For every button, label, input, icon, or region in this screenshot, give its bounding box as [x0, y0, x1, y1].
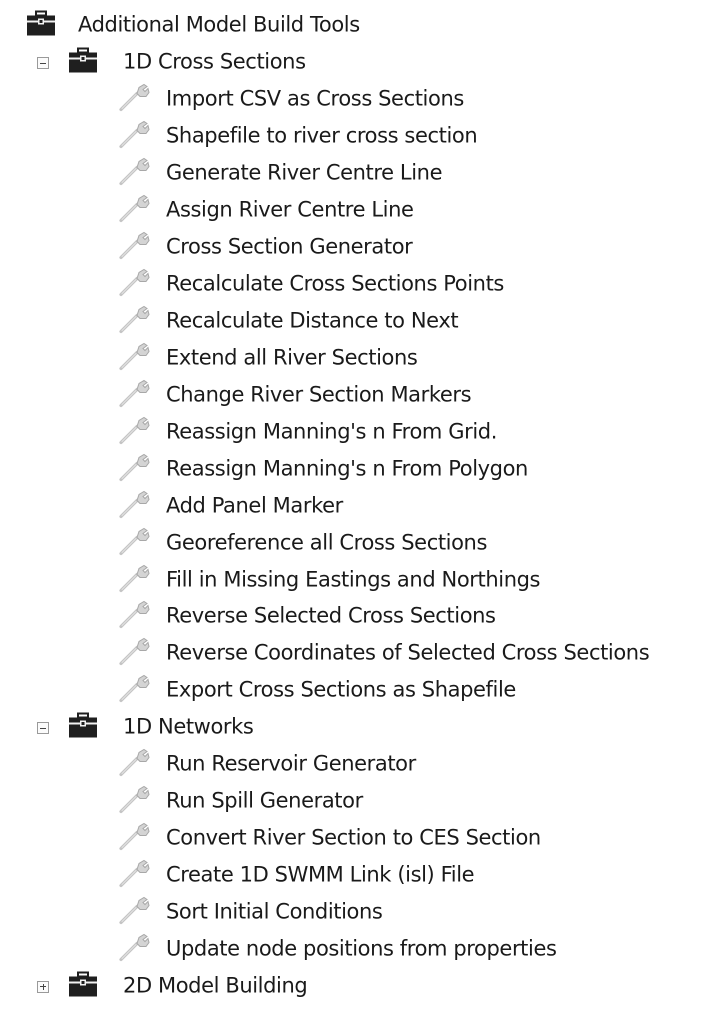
- tool-script-icon: [117, 340, 151, 377]
- toolbox-root[interactable]: Additional Model Build Tools: [0, 8, 725, 45]
- tool-script-icon: [117, 451, 151, 488]
- tool-item[interactable]: Extend all River Sections: [0, 340, 725, 377]
- tool-script-icon: [117, 488, 151, 525]
- tool-item[interactable]: Assign River Centre Line: [0, 193, 725, 230]
- collapse-icon[interactable]: [37, 722, 49, 735]
- expand-icon[interactable]: [37, 980, 49, 993]
- tool-script-icon: [117, 599, 151, 636]
- tool-label: Create 1D SWMM Link (isl) File: [166, 862, 475, 887]
- tool-label: Generate River Centre Line: [166, 160, 443, 185]
- tool-script-icon: [117, 525, 151, 562]
- tool-label: Reverse Selected Cross Sections: [166, 603, 496, 628]
- toolset-group[interactable]: 2D Model Building: [0, 968, 725, 1005]
- tool-label: Recalculate Distance to Next: [166, 308, 459, 333]
- tool-item[interactable]: Reverse Coordinates of Selected Cross Se…: [0, 636, 725, 673]
- tool-label: Reverse Coordinates of Selected Cross Se…: [166, 640, 650, 665]
- tool-item[interactable]: Fill in Missing Eastings and Northings: [0, 562, 725, 599]
- tool-script-icon: [117, 747, 151, 784]
- toolset-group[interactable]: 1D Cross Sections: [0, 45, 725, 82]
- tool-item[interactable]: Generate River Centre Line: [0, 156, 725, 193]
- tool-script-icon: [117, 193, 151, 230]
- tool-item[interactable]: Reverse Selected Cross Sections: [0, 599, 725, 636]
- tool-item[interactable]: Shapefile to river cross section: [0, 119, 725, 156]
- tool-script-icon: [117, 156, 151, 193]
- tool-script-icon: [117, 82, 151, 119]
- tool-item[interactable]: Create 1D SWMM Link (isl) File: [0, 858, 725, 895]
- tool-label: Convert River Section to CES Section: [166, 825, 541, 850]
- tool-script-icon: [117, 303, 151, 340]
- tool-item[interactable]: Add Panel Marker: [0, 488, 725, 525]
- toolbox-tree: Additional Model Build Tools 1D Cross Se…: [0, 8, 725, 1005]
- tool-item[interactable]: Reassign Manning's n From Polygon: [0, 451, 725, 488]
- tool-script-icon: [117, 267, 151, 304]
- tool-label: Reassign Manning's n From Grid.: [166, 419, 497, 444]
- tool-label: Run Reservoir Generator: [166, 751, 416, 776]
- toolbox-icon: [26, 10, 56, 42]
- tool-script-icon: [117, 230, 151, 267]
- toolset-label: 2D Model Building: [123, 973, 308, 998]
- tool-script-icon: [117, 562, 151, 599]
- tool-label: Assign River Centre Line: [166, 197, 414, 222]
- tool-item[interactable]: Recalculate Cross Sections Points: [0, 267, 725, 304]
- tool-item[interactable]: Change River Section Markers: [0, 377, 725, 414]
- collapse-icon[interactable]: [37, 57, 49, 70]
- toolbox-icon: [68, 47, 98, 79]
- tool-item[interactable]: Reassign Manning's n From Grid.: [0, 414, 725, 451]
- toolbox-icon: [68, 712, 98, 744]
- toolset-label: 1D Networks: [123, 714, 254, 739]
- tool-item[interactable]: Run Reservoir Generator: [0, 747, 725, 784]
- toolbox-root-label: Additional Model Build Tools: [78, 12, 360, 37]
- toolset-group[interactable]: 1D Networks: [0, 710, 725, 747]
- tool-script-icon: [117, 377, 151, 414]
- tool-label: Export Cross Sections as Shapefile: [166, 677, 516, 702]
- tool-label: Reassign Manning's n From Polygon: [166, 456, 528, 481]
- tool-item[interactable]: Recalculate Distance to Next: [0, 304, 725, 341]
- tool-script-icon: [117, 894, 151, 931]
- tool-script-icon: [117, 414, 151, 451]
- tool-script-icon: [117, 784, 151, 821]
- tool-label: Extend all River Sections: [166, 345, 418, 370]
- tool-script-icon: [117, 636, 151, 673]
- tool-label: Fill in Missing Eastings and Northings: [166, 566, 541, 591]
- tool-script-icon: [117, 821, 151, 858]
- tool-item[interactable]: Update node positions from properties: [0, 931, 725, 968]
- tool-label: Run Spill Generator: [166, 788, 363, 813]
- tool-label: Recalculate Cross Sections Points: [166, 271, 504, 296]
- tool-label: Cross Section Generator: [166, 234, 413, 259]
- tool-label: Update node positions from properties: [166, 936, 557, 961]
- tool-item[interactable]: Run Spill Generator: [0, 784, 725, 821]
- tool-script-icon: [117, 119, 151, 156]
- tool-item[interactable]: Sort Initial Conditions: [0, 895, 725, 932]
- tool-item[interactable]: Convert River Section to CES Section: [0, 821, 725, 858]
- tool-script-icon: [117, 931, 151, 968]
- tool-item[interactable]: Export Cross Sections as Shapefile: [0, 673, 725, 710]
- toolset-label: 1D Cross Sections: [123, 49, 306, 74]
- toolbox-icon: [68, 971, 98, 1002]
- tool-label: Georeference all Cross Sections: [166, 530, 488, 555]
- tool-item[interactable]: Cross Section Generator: [0, 230, 725, 267]
- tool-item[interactable]: Import CSV as Cross Sections: [0, 82, 725, 119]
- tool-label: Import CSV as Cross Sections: [166, 86, 464, 111]
- tool-item[interactable]: Georeference all Cross Sections: [0, 525, 725, 562]
- tool-label: Sort Initial Conditions: [166, 899, 383, 924]
- tool-label: Shapefile to river cross section: [166, 123, 478, 148]
- tool-label: Change River Section Markers: [166, 382, 472, 407]
- tool-script-icon: [117, 858, 151, 895]
- tool-label: Add Panel Marker: [166, 493, 343, 518]
- tool-script-icon: [117, 673, 151, 710]
